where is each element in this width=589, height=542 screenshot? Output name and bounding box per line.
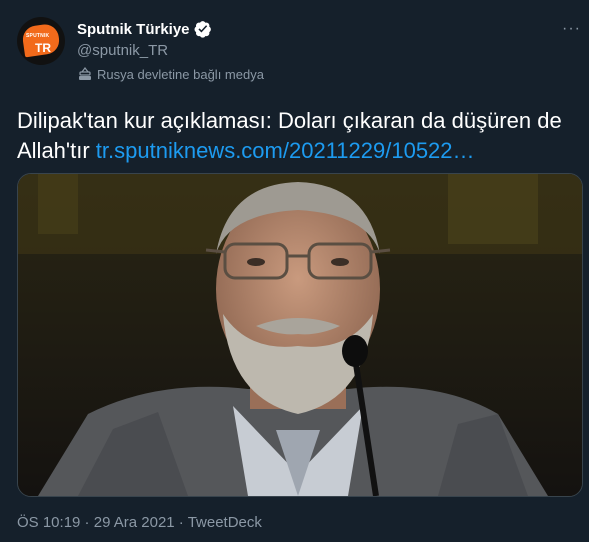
tweet-link[interactable]: tr.sputniknews.com/20211229/10522… [96, 138, 475, 163]
tweet-card: SPUTNIK TR Sputnik Türkiye @sputnik_TR ·… [0, 0, 589, 542]
tweet-meta: ÖS 10:19 · 29 Ara 2021 · TweetDeck [17, 514, 262, 531]
state-media-flag-icon [79, 67, 91, 80]
tweet-date[interactable]: 29 Ara 2021 [94, 514, 175, 531]
tweet-text: Dilipak'tan kur açıklaması: Doları çıkar… [17, 106, 577, 166]
tweet-source[interactable]: TweetDeck [188, 514, 262, 531]
state-media-label[interactable]: Rusya devletine bağlı medya [77, 66, 264, 82]
display-name[interactable]: Sputnik Türkiye [77, 21, 190, 38]
meta-separator: · [80, 514, 94, 531]
verified-badge-icon [194, 21, 211, 38]
meta-separator: · [174, 514, 188, 531]
state-media-label-text: Rusya devletine bağlı medya [97, 66, 264, 82]
portrait-photo [18, 174, 582, 496]
more-options-icon[interactable]: ··· [562, 20, 581, 38]
tweet-time[interactable]: ÖS 10:19 [17, 514, 80, 531]
avatar-tr-text: TR [35, 41, 51, 55]
avatar-brand-text: SPUTNIK [26, 33, 50, 39]
avatar[interactable]: SPUTNIK TR [17, 17, 65, 65]
name-row: Sputnik Türkiye [77, 20, 212, 38]
handle[interactable]: @sputnik_TR [77, 42, 168, 59]
tweet-media-photo[interactable] [17, 173, 583, 497]
